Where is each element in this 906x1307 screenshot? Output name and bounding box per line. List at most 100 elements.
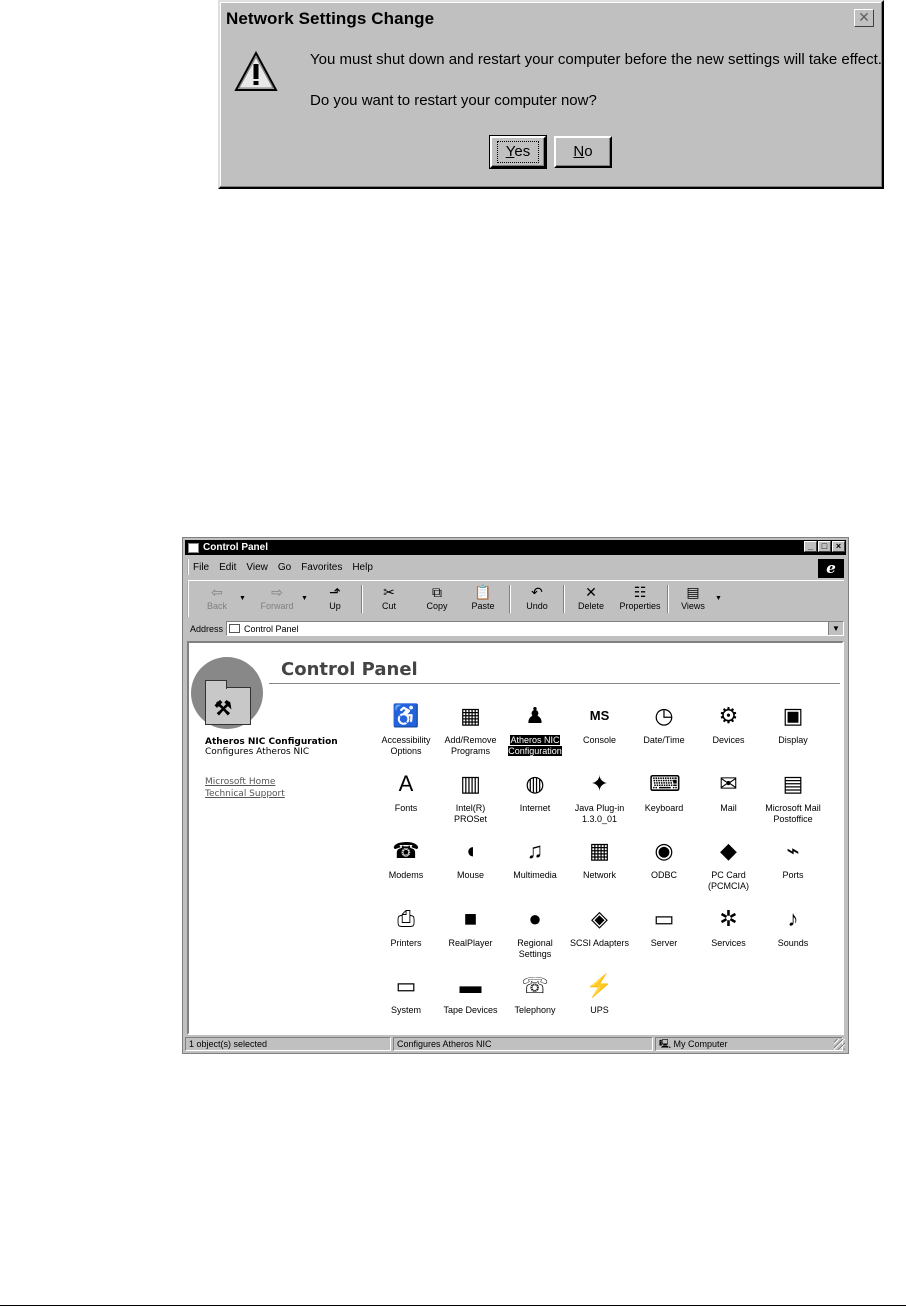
window-system-icon[interactable] xyxy=(188,542,199,553)
item-label-line2: Options xyxy=(390,746,422,756)
display-icon: ▣ xyxy=(782,703,804,728)
warning-icon xyxy=(234,50,278,91)
up-button[interactable]: ⬏ Up xyxy=(313,583,357,615)
paste-button[interactable]: 📋 Paste xyxy=(461,583,505,615)
dialog-title-bar: Network Settings Change ✕ xyxy=(222,4,880,34)
menu-go[interactable]: Go xyxy=(278,562,291,573)
item-label: Network xyxy=(582,870,616,880)
views-dropdown-icon[interactable]: ▼ xyxy=(715,595,722,602)
control-panel-item[interactable]: ▤ Microsoft Mail Postoffice xyxy=(760,769,826,825)
control-panel-item[interactable]: ◖ Mouse xyxy=(438,836,504,881)
control-panel-item[interactable]: MS Console xyxy=(567,701,633,746)
control-panel-item[interactable]: ⚙ Devices xyxy=(696,701,762,746)
dialog-question: Do you want to restart your computer now… xyxy=(310,92,597,109)
control-panel-item[interactable]: ♪ Sounds xyxy=(760,904,826,949)
undo-icon: ↶ xyxy=(531,584,543,600)
ports-icon: ⌁ xyxy=(786,838,800,863)
undo-button[interactable]: ↶ Undo xyxy=(515,583,559,615)
menu-edit[interactable]: Edit xyxy=(219,562,236,573)
multimedia-icon: ♫ xyxy=(526,838,544,863)
control-panel-item[interactable]: ▣ Display xyxy=(760,701,826,746)
item-label: Printers xyxy=(390,937,422,948)
keyboard-icon: ⌨ xyxy=(649,770,681,796)
menu-view[interactable]: View xyxy=(246,562,268,573)
control-panel-item[interactable]: ⌁ Ports xyxy=(760,836,826,881)
control-panel-item[interactable]: ▬ Tape Devices xyxy=(438,971,504,1016)
scissors-icon: ✂ xyxy=(383,584,395,600)
back-dropdown-icon[interactable]: ▼ xyxy=(239,595,246,602)
item-label: RealPlayer xyxy=(448,937,493,948)
delete-button[interactable]: ✕ Delete xyxy=(569,583,613,615)
menu-help[interactable]: Help xyxy=(352,562,373,573)
copy-label: Copy xyxy=(426,601,448,611)
control-panel-item[interactable]: ⚡ UPS xyxy=(567,971,633,1016)
control-panel-item[interactable]: ♿ Accessibility Options xyxy=(373,701,439,757)
address-dropdown-icon[interactable]: ▼ xyxy=(828,622,843,635)
control-panel-item[interactable]: ▦ Add/Remove Programs xyxy=(438,701,504,757)
item-label: Java Plug-in xyxy=(574,802,625,813)
control-panel-item[interactable]: ⌨ Keyboard xyxy=(631,769,697,814)
address-label: Address xyxy=(190,623,224,634)
item-label: Regional xyxy=(517,937,553,948)
control-panel-item[interactable]: A Fonts xyxy=(373,769,439,814)
yes-button[interactable]: Yes xyxy=(489,135,547,169)
item-label: Tape Devices xyxy=(443,1005,498,1015)
internet-icon: ◍ xyxy=(525,770,545,796)
control-panel-item[interactable]: ♫ Multimedia xyxy=(502,836,568,881)
control-panel-item[interactable]: ✉ Mail xyxy=(696,769,762,814)
control-panel-item[interactable]: ◆ PC Card (PCMCIA) xyxy=(696,836,762,892)
tape-devices-icon: ▬ xyxy=(459,973,482,998)
cut-button[interactable]: ✂ Cut xyxy=(367,583,411,615)
forward-dropdown-icon[interactable]: ▼ xyxy=(301,595,308,602)
window-title-bar: Control Panel xyxy=(185,540,846,555)
item-label: Internet xyxy=(519,802,551,813)
control-panel-item[interactable]: ◍ Internet xyxy=(502,769,568,814)
window-close-button[interactable]: × xyxy=(832,541,845,552)
odbc-icon: ◉ xyxy=(654,838,674,863)
atheros-nic-icon: ♟ xyxy=(525,703,545,728)
control-panel-item[interactable]: ● Regional Settings xyxy=(502,904,568,960)
forward-button[interactable]: ⇨ Forward xyxy=(255,583,299,615)
no-button[interactable]: No xyxy=(554,136,612,168)
resize-grip-icon[interactable] xyxy=(834,1039,845,1050)
devices-icon: ⚙ xyxy=(718,703,739,728)
item-label-line2: Settings xyxy=(518,948,552,959)
selected-item-title: Atheros NIC Configuration xyxy=(205,737,338,747)
control-panel-item[interactable]: ✲ Services xyxy=(696,904,762,949)
control-panel-item[interactable]: ♟ Atheros NIC Configuration xyxy=(502,701,568,757)
intel-proset-icon: ▥ xyxy=(460,770,481,796)
mouse-icon: ◖ xyxy=(463,838,478,863)
content-pane: ⚒ Control Panel Atheros NIC Configuratio… xyxy=(187,641,844,1035)
views-button[interactable]: ▤ Views xyxy=(671,583,715,615)
control-panel-item[interactable]: ✦ Java Plug-in 1.3.0_01 xyxy=(567,769,633,825)
properties-button[interactable]: ☷ Properties xyxy=(615,583,665,615)
status-zone: 🖳 My Computer xyxy=(655,1037,843,1051)
close-icon[interactable]: ✕ xyxy=(854,9,874,27)
status-selection: 1 object(s) selected xyxy=(185,1037,391,1051)
minimize-button[interactable]: _ xyxy=(804,541,817,552)
copy-button[interactable]: ⧉ Copy xyxy=(415,583,459,615)
control-panel-item[interactable]: ⎙ Printers xyxy=(373,904,439,949)
control-panel-item[interactable]: ■ RealPlayer xyxy=(438,904,504,949)
menu-file[interactable]: File xyxy=(193,562,209,573)
up-folder-icon: ⬏ xyxy=(329,584,341,600)
control-panel-item[interactable]: ☎ Modems xyxy=(373,836,439,881)
paste-label: Paste xyxy=(471,601,495,611)
add-remove-programs-icon: ▦ xyxy=(460,703,481,728)
control-panel-item[interactable]: ▦ Network xyxy=(567,836,633,881)
menu-favorites[interactable]: Favorites xyxy=(301,562,342,573)
control-panel-item[interactable]: ▥ Intel(R) PROSet xyxy=(438,769,504,825)
technical-support-link[interactable]: Technical Support xyxy=(205,789,385,799)
control-panel-item[interactable]: ☏ Telephony xyxy=(502,971,568,1016)
control-panel-item[interactable]: ◈ SCSI Adapters xyxy=(567,904,633,949)
control-panel-item[interactable]: ◉ ODBC xyxy=(631,836,697,881)
control-panel-item[interactable]: ◷ Date/Time xyxy=(631,701,697,746)
address-input[interactable]: Control Panel ▼ xyxy=(226,621,844,636)
back-button[interactable]: ⇦ Back xyxy=(195,583,239,615)
control-panel-item[interactable]: ▭ System xyxy=(373,971,439,1016)
maximize-button[interactable]: □ xyxy=(818,541,831,552)
item-label-line2: PROSet xyxy=(453,813,487,824)
control-panel-item[interactable]: ▭ Server xyxy=(631,904,697,949)
microsoft-home-link[interactable]: Microsoft Home xyxy=(205,777,385,787)
item-label: Microsoft Mail xyxy=(765,802,821,813)
